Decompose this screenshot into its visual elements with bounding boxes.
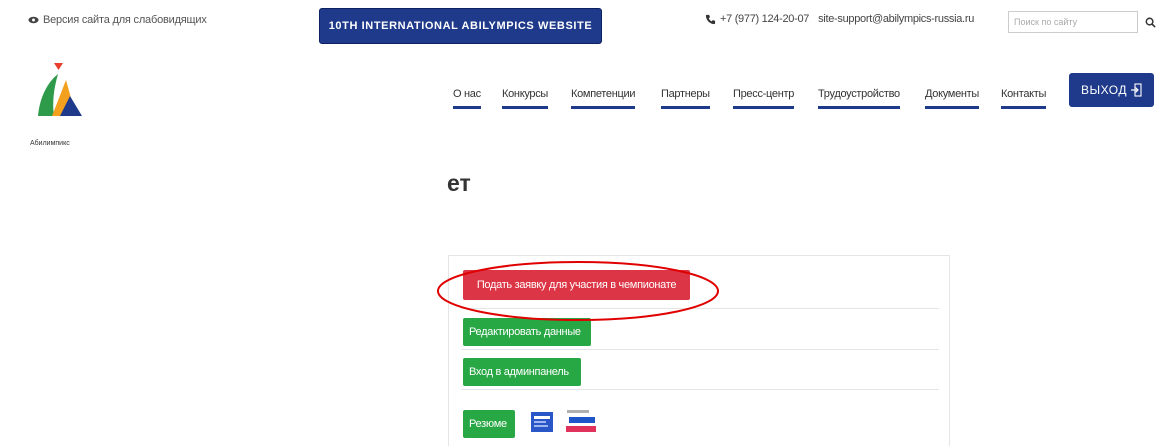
- list-item: Вход в админпанель: [461, 350, 939, 390]
- phone-number[interactable]: +7 (977) 124-20-07: [720, 13, 809, 25]
- search-input[interactable]: [1008, 11, 1138, 33]
- list-item: Редактировать данные: [461, 309, 939, 350]
- site-search: [1008, 9, 1158, 35]
- nav-item-about[interactable]: О нас: [453, 88, 481, 109]
- international-site-button[interactable]: 10TH INTERNATIONAL ABILYMPICS WEBSITE: [319, 8, 602, 44]
- logout-icon: [1130, 83, 1142, 97]
- nav-item-partners[interactable]: Партнеры: [661, 88, 710, 109]
- main-nav: О нас Конкурсы Компетенции Партнеры Прес…: [0, 78, 1172, 118]
- list-item: Резюме: [461, 390, 939, 440]
- page-title: ет: [447, 170, 471, 196]
- edit-data-button[interactable]: Редактировать данные: [463, 318, 591, 346]
- low-vision-label: Версия сайта для слабовидящих: [43, 14, 207, 26]
- top-bar: Версия сайта для слабовидящих 10TH INTER…: [0, 0, 1172, 48]
- logo-caption: Абилимпикс: [30, 140, 70, 147]
- nav-item-employment[interactable]: Трудоустройство: [818, 88, 900, 109]
- nav-item-documents[interactable]: Документы: [925, 88, 979, 109]
- admin-panel-button[interactable]: Вход в админпанель: [463, 358, 581, 386]
- contacts: +7 (977) 124-20-07 site-support@abilympi…: [705, 13, 974, 25]
- logout-button[interactable]: ВЫХОД: [1069, 73, 1154, 107]
- resume-button[interactable]: Резюме: [463, 410, 515, 438]
- nav-item-contacts[interactable]: Контакты: [1001, 88, 1046, 109]
- low-vision-link[interactable]: Версия сайта для слабовидящих: [28, 14, 207, 26]
- eye-icon: [28, 16, 39, 24]
- partner-logo-icon[interactable]: [531, 412, 553, 432]
- nav-item-competencies[interactable]: Компетенции: [571, 88, 636, 109]
- nav-item-press-center[interactable]: Пресс-центр: [733, 88, 794, 109]
- apply-championship-button[interactable]: Подать заявку для участия в чемпионате: [463, 270, 690, 300]
- account-actions-panel: Подать заявку для участия в чемпионате Р…: [448, 255, 950, 446]
- search-icon[interactable]: [1145, 17, 1156, 28]
- nav-item-contests[interactable]: Конкурсы: [502, 88, 548, 109]
- russia-opportunities-logo-icon[interactable]: [563, 407, 601, 437]
- list-item: Подать заявку для участия в чемпионате: [461, 256, 939, 309]
- support-email[interactable]: site-support@abilympics-russia.ru: [818, 13, 974, 25]
- logout-label: ВЫХОД: [1081, 83, 1127, 97]
- phone-icon: [705, 14, 716, 24]
